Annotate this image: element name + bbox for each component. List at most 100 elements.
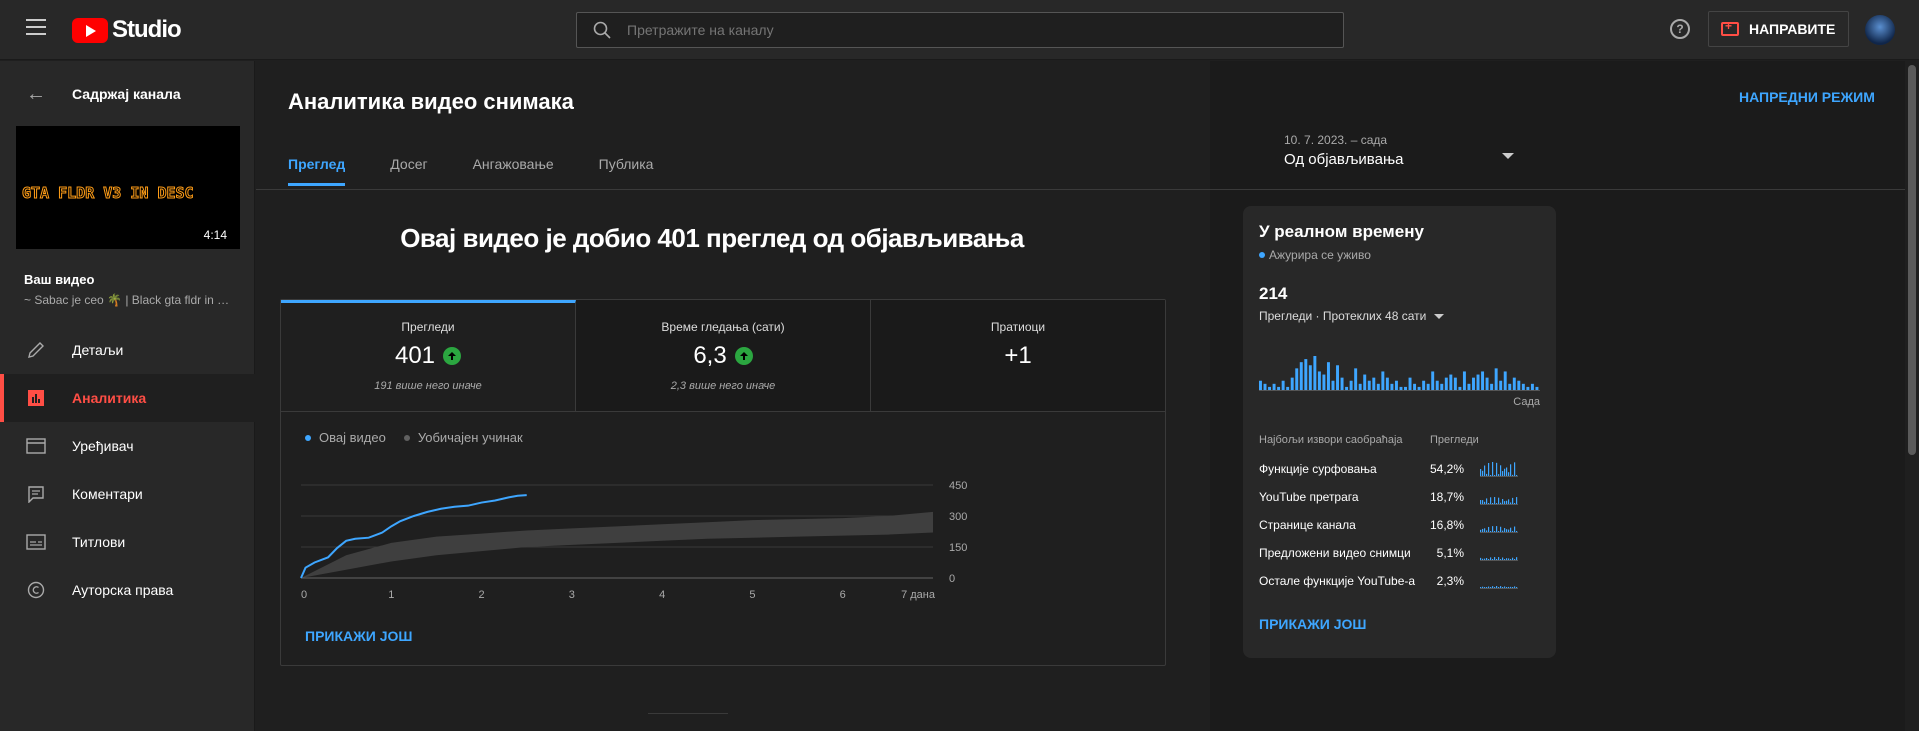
show-more-link[interactable]: ПРИКАЖИ ЈОШ (305, 628, 412, 644)
sparkline-bar (1486, 530, 1488, 532)
views-chart: 0 150 300 450 0 1 2 3 4 5 6 7 дана (300, 480, 967, 601)
sparkline-bar (1498, 497, 1500, 504)
realtime-bar (1268, 386, 1272, 390)
sidebar-item-comments[interactable]: Коментари (0, 470, 255, 518)
sparkline-bar (1512, 530, 1514, 532)
scrollbar-thumb[interactable] (1908, 65, 1916, 455)
metric-views[interactable]: Прегледи 401 191 више него иначе (281, 300, 576, 411)
back-arrow-icon[interactable]: ← (26, 83, 46, 106)
realtime-bar (1494, 368, 1498, 390)
x-tick-label: 5 (749, 589, 755, 601)
sparkline-bar (1480, 557, 1482, 560)
avatar[interactable] (1865, 15, 1895, 45)
studio-logo[interactable]: Studio (72, 16, 182, 44)
realtime-bar (1340, 377, 1344, 390)
sparkline-bar (1498, 531, 1500, 532)
trend-up-icon (443, 347, 462, 365)
sidebar-item-details[interactable]: Детаљи (0, 326, 255, 374)
sparkline-bar (1510, 586, 1512, 588)
channel-content-link[interactable]: Садржај канала (72, 86, 181, 102)
realtime-bar (1376, 383, 1380, 390)
realtime-metric-selector[interactable]: Прегледи · Протеклих 48 сати (1259, 309, 1445, 323)
realtime-bar (1349, 380, 1353, 390)
realtime-bar (1367, 380, 1371, 390)
source-sparkline (1480, 557, 1518, 561)
realtime-bar (1422, 380, 1426, 390)
source-sparkline (1480, 586, 1518, 589)
metric-subscribers[interactable]: Пратиоци +1 (871, 300, 1165, 411)
sparkline-bar (1480, 469, 1482, 476)
video-thumbnail[interactable]: GTA FLDR V3 IN DESC 4:14 (16, 126, 240, 249)
sparkline-bar (1514, 462, 1516, 476)
tab-bar: Преглед Досег Ангажовање Публика (288, 156, 698, 186)
sparkline-bar (1492, 503, 1494, 504)
sparkline-bar (1508, 558, 1510, 560)
sidebar-item-analytics[interactable]: Аналитика (0, 374, 255, 422)
x-tick-label: 7 дана (901, 589, 936, 601)
youtube-logo-icon (72, 17, 108, 43)
sparkline-bar (1510, 527, 1512, 532)
legend-typical: Уобичајен учинак (403, 430, 523, 445)
realtime-bar (1508, 383, 1512, 390)
realtime-bar (1535, 386, 1539, 390)
x-tick-label: 4 (659, 589, 665, 601)
metric-watch-time[interactable]: Време гледања (сати) 6,3 2,3 више него и… (576, 300, 871, 411)
sidebar-item-copyright[interactable]: Ауторска права (0, 566, 255, 614)
help-icon[interactable]: ? (1670, 19, 1690, 39)
sparkline-bar (1480, 500, 1482, 504)
sidebar-item-subtitles[interactable]: Титлови (0, 518, 255, 566)
realtime-bar (1331, 380, 1335, 390)
chart-legend: Овај видео Уобичајен учинак (305, 430, 541, 445)
sparkline-bar (1482, 470, 1484, 476)
y-tick-label: 300 (949, 511, 967, 523)
tab-audience[interactable]: Публика (599, 156, 654, 186)
tab-overview[interactable]: Преглед (288, 156, 346, 186)
realtime-bar (1485, 377, 1489, 390)
x-tick-label: 1 (388, 589, 394, 601)
sparkline-bar (1488, 462, 1490, 476)
search-input[interactable] (627, 22, 1307, 38)
advanced-mode-link[interactable]: НАПРЕДНИ РЕЖИМ (1739, 89, 1875, 105)
sparkline-bar (1492, 526, 1494, 532)
date-range-picker[interactable]: 10. 7. 2023. – сада Од објављивања (1284, 133, 1514, 168)
date-range-label: Од објављивања (1284, 151, 1404, 168)
realtime-show-more-link[interactable]: ПРИКАЖИ ЈОШ (1259, 616, 1366, 632)
sparkline-bar (1502, 499, 1504, 504)
sparkline-bar (1516, 531, 1518, 532)
realtime-bar (1521, 383, 1525, 390)
sparkline-bar (1486, 557, 1488, 560)
realtime-bar (1272, 383, 1276, 390)
sparkline-bar (1496, 526, 1498, 532)
sparkline-bar (1492, 462, 1494, 476)
source-sparkline (1480, 497, 1518, 505)
sparkline-bar (1514, 503, 1516, 504)
realtime-bar (1385, 377, 1389, 390)
realtime-bar (1313, 356, 1317, 390)
realtime-bar (1517, 380, 1521, 390)
overview-card: Прегледи 401 191 више него иначе Време г… (280, 299, 1166, 666)
realtime-bar-chart (1259, 356, 1540, 391)
tab-engagement[interactable]: Ангажовање (473, 156, 554, 186)
tabs-divider (256, 189, 1905, 190)
realtime-bar (1458, 386, 1462, 390)
sparkline-bar (1484, 501, 1486, 504)
pencil-icon (24, 338, 48, 362)
sparkline-bar (1506, 529, 1508, 532)
sparkline-bar (1512, 474, 1514, 476)
sparkline-bar (1500, 586, 1502, 588)
sparkline-bar (1512, 497, 1514, 504)
realtime-subtitle: Ажурира се уживо (1259, 248, 1371, 262)
trend-up-icon (734, 347, 753, 365)
source-sparkline (1480, 526, 1518, 533)
sparkline-bar (1502, 530, 1504, 532)
create-button[interactable]: НАПРАВИТЕ (1708, 11, 1849, 47)
headline: Овај видео је добио 401 преглед од објав… (400, 223, 1024, 253)
tab-reach[interactable]: Досег (390, 156, 427, 186)
menu-icon[interactable] (26, 19, 46, 39)
thumbnail-text: GTA FLDR V3 IN DESC (22, 184, 195, 203)
sidebar-item-editor[interactable]: Уређивач (0, 422, 255, 470)
realtime-bar (1467, 383, 1471, 390)
page-scrollbar[interactable] (1905, 61, 1919, 731)
realtime-bar (1326, 362, 1330, 390)
sparkline-bar (1496, 559, 1498, 560)
